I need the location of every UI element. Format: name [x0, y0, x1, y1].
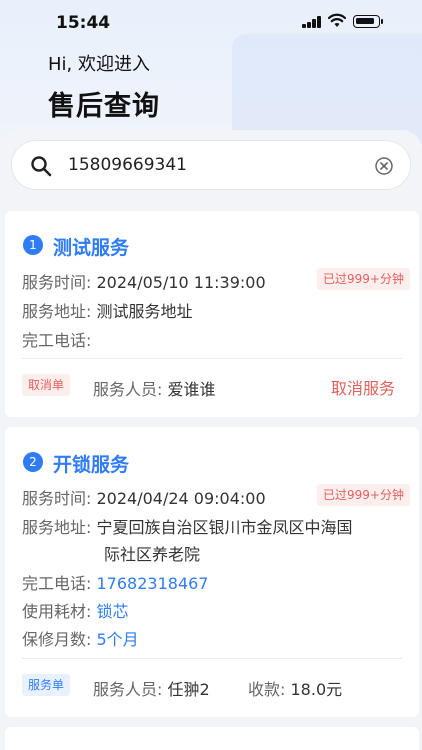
service-address-label: 服务地址:	[22, 302, 92, 321]
status-time: 15:44	[56, 13, 111, 33]
wifi-icon	[328, 13, 346, 27]
search-icon	[31, 156, 52, 177]
material-value: 锁芯	[96, 602, 129, 621]
service-address-line-1: 宁夏回族自治区银川市金凤区中海国	[96, 518, 353, 537]
completion-phone-value[interactable]: 17682318467	[97, 574, 209, 593]
service-address-label: 服务地址:	[22, 518, 92, 537]
service-address-row: 服务地址: 测试服务地址	[22, 298, 193, 322]
service-address-line-2: 际社区养老院	[104, 545, 201, 564]
fee-field: 收款: 18.0元	[248, 676, 342, 700]
warranty-row: 保修月数: 5个月	[22, 626, 139, 650]
completion-phone-row: 完工电话: 17682318467	[22, 570, 208, 594]
order-title: 开锁服务	[53, 454, 130, 476]
service-time-label: 服务时间:	[22, 489, 92, 508]
order-type-tag: 服务单	[22, 674, 71, 696]
completion-phone-label: 完工电话:	[22, 331, 92, 350]
staff-field: 服务人员: 爱谁谁	[93, 376, 216, 400]
search-bar[interactable]: 15809669341	[11, 140, 411, 190]
clear-icon[interactable]	[374, 156, 394, 176]
completion-phone-label: 完工电话:	[22, 574, 92, 593]
warranty-value: 5个月	[96, 630, 139, 649]
service-address-row: 服务地址: 宁夏回族自治区银川市金凤区中海国	[22, 514, 353, 538]
staff-value: 爱谁谁	[167, 380, 216, 399]
cancel-service-button[interactable]: 取消服务	[331, 375, 395, 399]
order-index-badge: 2	[23, 452, 43, 472]
status-bar: 15:44	[0, 0, 422, 44]
greeting-text: Hi, 欢迎进入	[48, 54, 150, 75]
overdue-badge: 已过999+分钟	[317, 484, 410, 506]
overdue-badge: 已过999+分钟	[317, 268, 410, 290]
service-address-value: 测试服务地址	[96, 302, 193, 321]
staff-label: 服务人员:	[93, 680, 163, 699]
staff-value: 任翀2	[167, 680, 210, 699]
service-time-row: 服务时间: 2024/05/10 11:39:00	[22, 269, 266, 293]
staff-label: 服务人员:	[93, 380, 163, 399]
fee-label: 收款:	[248, 680, 286, 699]
material-label: 使用耗材:	[22, 602, 92, 621]
order-title: 测试服务	[53, 237, 130, 259]
warranty-label: 保修月数:	[22, 630, 92, 649]
order-card-2[interactable]: 2 开锁服务 服务时间: 2024/04/24 09:04:00 已过999+分…	[5, 427, 419, 717]
order-card-3[interactable]	[5, 727, 419, 750]
staff-field: 服务人员: 任翀2	[93, 676, 210, 700]
material-row: 使用耗材: 锁芯	[22, 598, 129, 622]
page-title: 售后查询	[48, 91, 160, 122]
order-card-1[interactable]: 1 测试服务 服务时间: 2024/05/10 11:39:00 已过999+分…	[5, 211, 419, 417]
search-input[interactable]: 15809669341	[68, 155, 187, 175]
order-index-badge: 1	[23, 235, 43, 255]
card-divider	[22, 658, 402, 659]
service-time-value: 2024/04/24 09:04:00	[96, 489, 266, 508]
fee-value: 18.0元	[290, 680, 343, 699]
signal-icon	[302, 16, 322, 28]
order-type-tag: 取消单	[22, 374, 71, 396]
battery-icon	[353, 15, 383, 28]
completion-phone-row: 完工电话:	[22, 327, 91, 351]
service-time-value: 2024/05/10 11:39:00	[96, 273, 266, 292]
card-divider	[22, 358, 402, 359]
service-time-label: 服务时间:	[22, 273, 92, 292]
service-time-row: 服务时间: 2024/04/24 09:04:00	[22, 485, 266, 509]
